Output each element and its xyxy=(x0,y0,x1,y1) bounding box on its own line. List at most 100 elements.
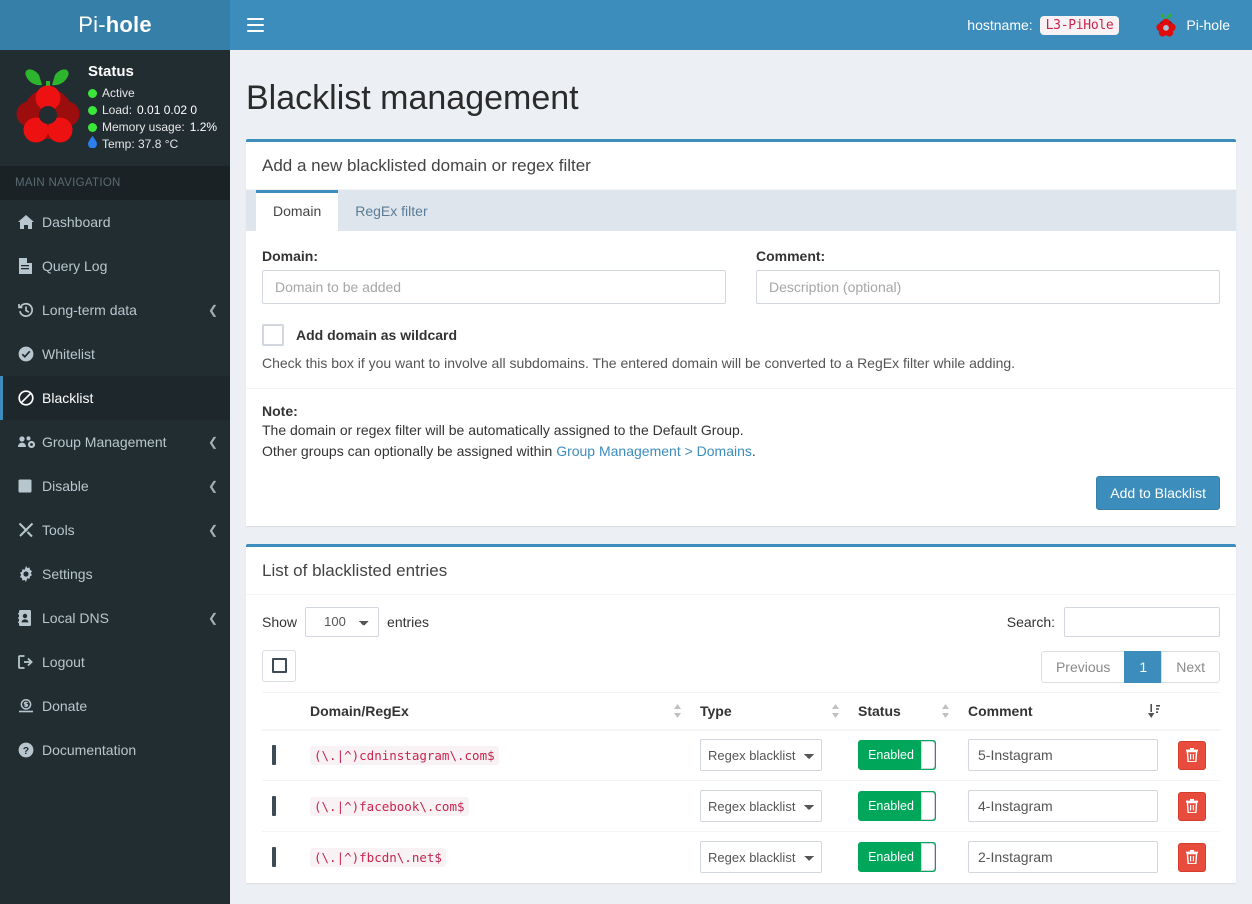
toggle-handle xyxy=(921,741,935,770)
search-input[interactable] xyxy=(1064,606,1220,637)
status-dot-icon xyxy=(88,122,97,132)
row-delete-button[interactable] xyxy=(1178,842,1206,872)
row-comment-input[interactable] xyxy=(968,790,1158,823)
th-comment-label: Comment xyxy=(968,702,1033,719)
list-box-header: List of blacklisted entries xyxy=(246,547,1236,595)
th-select xyxy=(262,691,300,731)
user-menu[interactable]: Pi-hole xyxy=(1145,0,1240,50)
sidebar-item-long-term-data[interactable]: Long-term data ❮ xyxy=(0,288,230,332)
row-status-cell: Enabled xyxy=(848,729,958,781)
row-comment-input[interactable] xyxy=(968,841,1158,874)
wildcard-checkbox[interactable] xyxy=(262,324,284,347)
select-all-button[interactable] xyxy=(262,649,296,682)
th-comment[interactable]: Comment xyxy=(958,691,1168,731)
sidebar-item-dashboard[interactable]: Dashboard xyxy=(0,200,230,244)
status-panel: Status Active Load: 0.01 0.02 0 Memory u… xyxy=(0,50,230,166)
th-domain[interactable]: Domain/RegEx xyxy=(300,691,690,731)
svg-text:?: ? xyxy=(23,745,29,757)
pagination-next[interactable]: Next xyxy=(1161,650,1220,683)
sort-desc-icon xyxy=(1148,703,1160,718)
row-status-toggle[interactable]: Enabled xyxy=(858,740,936,771)
page-length-select[interactable]: 10 25 50 100 All xyxy=(305,606,380,637)
add-to-blacklist-button[interactable]: Add to Blacklist xyxy=(1096,475,1220,510)
gear-icon xyxy=(18,566,42,582)
status-line-temp: Temp: 37.8 °C xyxy=(88,136,217,152)
home-icon xyxy=(18,214,42,230)
add-box-header: Add a new blacklisted domain or regex fi… xyxy=(246,142,1236,191)
brand-logo[interactable]: Pi-hole xyxy=(0,0,230,50)
note-block: Note: The domain or regex filter will be… xyxy=(246,389,1236,466)
pagination-previous[interactable]: Previous xyxy=(1040,650,1125,683)
comment-input[interactable] xyxy=(756,270,1220,305)
domain-field-label: Domain: xyxy=(262,248,318,265)
row-checkbox[interactable] xyxy=(272,796,276,817)
sidebar-item-documentation[interactable]: ? Documentation xyxy=(0,728,230,772)
stop-square-icon xyxy=(18,479,42,493)
status-panel-logo xyxy=(10,63,86,143)
sidebar-item-logout[interactable]: Logout xyxy=(0,640,230,684)
chevron-left-icon: ❮ xyxy=(207,303,218,317)
row-checkbox[interactable] xyxy=(272,847,276,868)
row-status-label: Enabled xyxy=(868,748,914,763)
row-checkbox[interactable] xyxy=(272,745,276,766)
hostname-label: hostname: xyxy=(967,17,1033,33)
chevron-left-icon: ❮ xyxy=(207,611,218,625)
note-title: Note: xyxy=(262,402,298,419)
th-status[interactable]: Status xyxy=(848,691,958,731)
sort-icon xyxy=(832,703,839,718)
trash-icon xyxy=(1186,850,1198,865)
comment-field-group: Comment: xyxy=(756,248,1220,305)
row-status-toggle[interactable]: Enabled xyxy=(858,791,936,822)
note-line-2-pre: Other groups can optionally be assigned … xyxy=(262,443,557,460)
row-delete-button[interactable] xyxy=(1178,740,1206,770)
trash-icon xyxy=(1186,748,1198,763)
list-box-title: List of blacklisted entries xyxy=(262,560,448,580)
sidebar-item-tools[interactable]: Tools ❮ xyxy=(0,508,230,552)
comment-field-label: Comment: xyxy=(756,248,826,265)
hostname-display: hostname: L3-PiHole xyxy=(967,15,1145,35)
note-line-2-post: . xyxy=(751,443,756,460)
row-type-cell: Exact blacklist Regex blacklist xyxy=(690,729,848,781)
sidebar-item-settings[interactable]: Settings xyxy=(0,552,230,596)
sidebar-item-donate[interactable]: Donate xyxy=(0,684,230,728)
hamburger-icon xyxy=(246,14,264,36)
row-delete-button[interactable] xyxy=(1178,791,1206,821)
row-status-toggle[interactable]: Enabled xyxy=(858,842,936,873)
navbar-right: hostname: L3-PiHole Pi-hole xyxy=(967,0,1252,50)
add-box-footer: Add to Blacklist xyxy=(246,466,1236,526)
sidebar-item-blacklist[interactable]: Blacklist xyxy=(0,376,230,420)
row-domain-value: (\.|^)facebook\.com$ xyxy=(310,797,469,817)
sidebar-item-label: Logout xyxy=(42,654,85,670)
group-management-domains-link[interactable]: Group Management > Domains xyxy=(556,443,752,459)
entries-label: entries xyxy=(387,613,430,630)
sidebar-toggle-button[interactable] xyxy=(230,0,280,50)
row-type-select[interactable]: Exact blacklist Regex blacklist xyxy=(700,790,822,823)
table-row: (\.|^)facebook\.com$ Exact blacklist Reg… xyxy=(262,780,1220,832)
domain-input[interactable] xyxy=(262,270,726,305)
sidebar-item-query-log[interactable]: Query Log xyxy=(0,244,230,288)
sidebar-item-local-dns[interactable]: Local DNS ❮ xyxy=(0,596,230,640)
th-type[interactable]: Type xyxy=(690,691,848,731)
sidebar-item-label: Group Management xyxy=(42,434,167,450)
tab-domain[interactable]: Domain xyxy=(256,190,339,232)
wildcard-label: Add domain as wildcard xyxy=(296,327,458,344)
pagination-page-1[interactable]: 1 xyxy=(1124,650,1162,683)
status-title: Status xyxy=(88,63,134,80)
row-select-cell xyxy=(262,780,300,832)
main-header: Pi-hole hostname: L3-PiHole Pi-hole xyxy=(0,0,1252,50)
row-type-select[interactable]: Exact blacklist Regex blacklist xyxy=(700,841,822,874)
sidebar-item-whitelist[interactable]: Whitelist xyxy=(0,332,230,376)
toggle-handle xyxy=(921,843,935,872)
tab-regex-filter[interactable]: RegEx filter xyxy=(338,190,444,231)
row-comment-input[interactable] xyxy=(968,739,1158,772)
chevron-left-icon: ❮ xyxy=(207,479,218,493)
sidebar-item-label: Dashboard xyxy=(42,214,111,230)
sidebar-item-disable[interactable]: Disable ❮ xyxy=(0,464,230,508)
toggle-handle xyxy=(921,792,935,821)
ban-icon xyxy=(18,390,42,406)
sidebar-item-group-management[interactable]: Group Management ❮ xyxy=(0,420,230,464)
status-value: 1.2% xyxy=(189,120,218,134)
domain-field-group: Domain: xyxy=(262,248,726,305)
page-title: Blacklist management xyxy=(246,79,579,117)
row-type-select[interactable]: Exact blacklist Regex blacklist xyxy=(700,739,822,772)
